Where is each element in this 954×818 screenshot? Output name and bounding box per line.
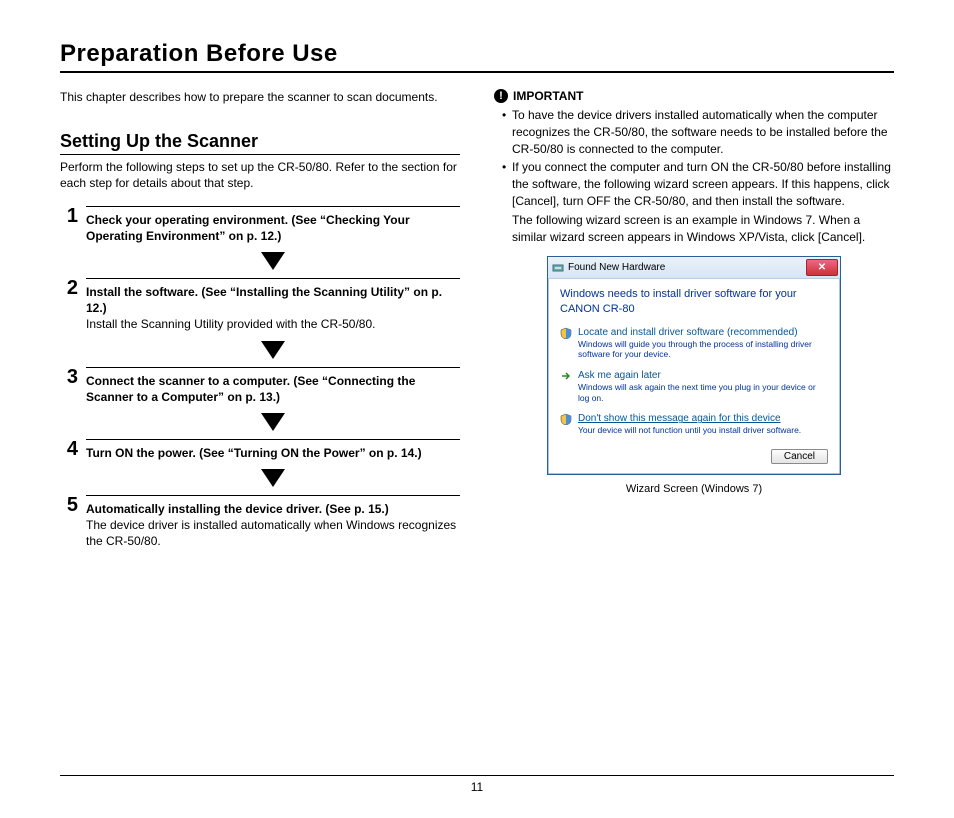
title-rule — [60, 71, 894, 73]
dialog-title-text: Found New Hardware — [568, 262, 665, 273]
important-heading: ! IMPORTANT — [494, 89, 894, 103]
option-subtitle: Windows will guide you through the proce… — [578, 339, 828, 360]
step-1: 1 Check your operating environment. (See… — [60, 206, 460, 244]
down-arrow — [86, 469, 460, 487]
cancel-button[interactable]: Cancel — [771, 449, 828, 464]
page-title: Preparation Before Use — [60, 40, 894, 68]
step-body-text: Install the Scanning Utility provided wi… — [86, 317, 375, 331]
page-number: 11 — [60, 780, 894, 794]
step-title: Automatically installing the device driv… — [86, 502, 389, 516]
option-subtitle: Your device will not function until you … — [578, 425, 801, 436]
dialog-option-dontshow[interactable]: Don't show this message again for this d… — [560, 412, 828, 437]
step-number: 1 — [60, 206, 78, 226]
step-2: 2 Install the software. (See “Installing… — [60, 278, 460, 333]
exclamation-icon: ! — [494, 89, 508, 103]
step-title: Check your operating environment. (See “… — [86, 213, 410, 243]
option-title: Locate and install driver software (reco… — [578, 327, 828, 338]
shield-icon — [560, 413, 572, 425]
step-title: Connect the scanner to a computer. (See … — [86, 374, 415, 404]
left-column: This chapter describes how to prepare th… — [60, 89, 460, 550]
bullet-text: If you connect the computer and turn ON … — [512, 160, 891, 208]
bullet-item: To have the device drivers installed aut… — [504, 107, 894, 158]
down-arrow — [86, 413, 460, 431]
wizard-dialog: Found New Hardware ✕ Windows needs to in… — [547, 256, 841, 475]
intro-text: This chapter describes how to prepare th… — [60, 89, 460, 105]
step-3: 3 Connect the scanner to a computer. (Se… — [60, 367, 460, 405]
arrow-right-icon — [560, 370, 572, 382]
bullet-inset: The following wizard screen is an exampl… — [512, 212, 894, 246]
option-subtitle: Windows will ask again the next time you… — [578, 382, 828, 403]
step-number: 2 — [60, 278, 78, 298]
step-number: 5 — [60, 495, 78, 515]
option-title: Ask me again later — [578, 370, 828, 381]
down-arrow — [86, 252, 460, 270]
down-arrow — [86, 341, 460, 359]
hardware-icon — [552, 262, 564, 274]
important-label: IMPORTANT — [513, 89, 583, 103]
shield-icon — [560, 327, 572, 339]
step-number: 3 — [60, 367, 78, 387]
dialog-option-later[interactable]: Ask me again later Windows will ask agai… — [560, 369, 828, 404]
bullet-item: If you connect the computer and turn ON … — [504, 159, 894, 246]
option-title: Don't show this message again for this d… — [578, 413, 801, 424]
step-4: 4 Turn ON the power. (See “Turning ON th… — [60, 439, 460, 461]
close-icon[interactable]: ✕ — [806, 259, 838, 276]
footer-rule — [60, 775, 894, 776]
step-body-text: The device driver is installed automatic… — [86, 518, 456, 548]
dialog-titlebar: Found New Hardware ✕ — [548, 257, 840, 279]
dialog-option-locate[interactable]: Locate and install driver software (reco… — [560, 326, 828, 361]
right-column: ! IMPORTANT To have the device drivers i… — [494, 89, 894, 550]
important-bullets: To have the device drivers installed aut… — [494, 107, 894, 246]
step-number: 4 — [60, 439, 78, 459]
step-title: Install the software. (See “Installing t… — [86, 285, 442, 315]
step-5: 5 Automatically installing the device dr… — [60, 495, 460, 550]
section-subtext: Perform the following steps to set up th… — [60, 159, 460, 191]
section-heading: Setting Up the Scanner — [60, 131, 460, 155]
dialog-caption: Wizard Screen (Windows 7) — [626, 483, 762, 495]
step-title: Turn ON the power. (See “Turning ON the … — [86, 446, 422, 460]
dialog-message: Windows needs to install driver software… — [560, 287, 828, 316]
